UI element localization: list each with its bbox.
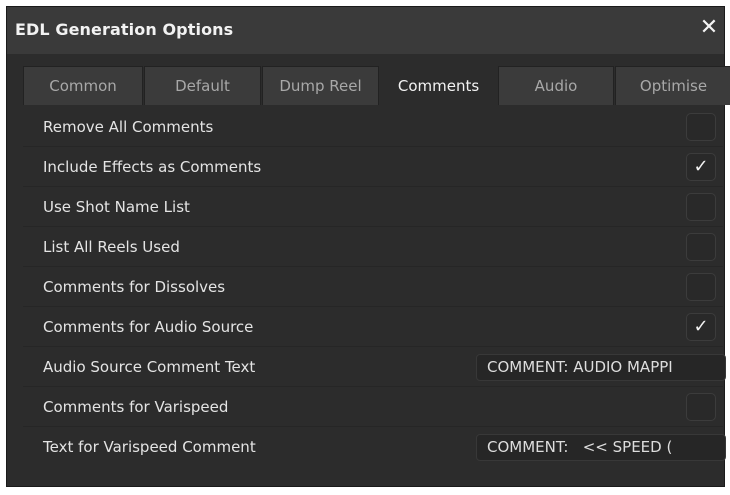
- option-label: Remove All Comments: [43, 118, 214, 136]
- option-row-remove-all-comments: Remove All Comments: [23, 107, 723, 147]
- tab-common[interactable]: Common: [23, 66, 143, 105]
- title-bar[interactable]: EDL Generation Options ✕: [7, 7, 724, 54]
- audio-source-comment-text-field[interactable]: COMMENT: AUDIO MAPPI: [476, 354, 726, 381]
- tab-default[interactable]: Default: [144, 66, 261, 105]
- remove-all-comments-checkbox[interactable]: [686, 113, 716, 141]
- varispeed-comment-text-field[interactable]: COMMENT: << SPEED (: [476, 434, 726, 461]
- option-row-use-shot-name-list: Use Shot Name List: [23, 187, 723, 227]
- option-row-audio-source-comment-text: Audio Source Comment Text COMMENT: AUDIO…: [23, 347, 726, 387]
- option-label: Comments for Varispeed: [43, 398, 229, 416]
- tab-bar: Common Default Dump Reel Comments Audio …: [23, 66, 730, 105]
- option-label: Use Shot Name List: [43, 198, 190, 216]
- comments-panel: Remove All Comments Include Effects as C…: [23, 105, 726, 483]
- tab-optimise[interactable]: Optimise: [615, 66, 730, 105]
- option-row-list-all-reels-used: List All Reels Used: [23, 227, 723, 267]
- option-label: Text for Varispeed Comment: [43, 438, 256, 456]
- use-shot-name-list-checkbox[interactable]: [686, 193, 716, 221]
- comments-for-dissolves-checkbox[interactable]: [686, 273, 716, 301]
- option-label: Comments for Audio Source: [43, 318, 254, 336]
- option-row-comments-for-dissolves: Comments for Dissolves: [23, 267, 723, 307]
- option-label: Include Effects as Comments: [43, 158, 262, 176]
- close-icon[interactable]: ✕: [698, 17, 720, 39]
- edl-generation-options-dialog: EDL Generation Options ✕ Common Default …: [6, 6, 730, 487]
- comments-for-audio-source-checkbox[interactable]: ✓: [686, 313, 716, 341]
- option-row-include-effects-as-comments: Include Effects as Comments ✓: [23, 147, 723, 187]
- list-all-reels-used-checkbox[interactable]: [686, 233, 716, 261]
- option-row-comments-for-audio-source: Comments for Audio Source ✓: [23, 307, 723, 347]
- option-label: Comments for Dissolves: [43, 278, 226, 296]
- option-label: Audio Source Comment Text: [43, 358, 256, 376]
- option-row-comments-for-varispeed: Comments for Varispeed: [23, 387, 723, 427]
- option-row-text-for-varispeed-comment: Text for Varispeed Comment COMMENT: << S…: [23, 427, 726, 467]
- option-label: List All Reels Used: [43, 238, 180, 256]
- comments-for-varispeed-checkbox[interactable]: [686, 393, 716, 421]
- dialog-title: EDL Generation Options: [15, 20, 234, 39]
- include-effects-as-comments-checkbox[interactable]: ✓: [686, 153, 716, 181]
- tab-dump-reel[interactable]: Dump Reel: [262, 66, 379, 105]
- tab-comments[interactable]: Comments: [380, 66, 497, 105]
- tab-audio[interactable]: Audio: [498, 66, 614, 105]
